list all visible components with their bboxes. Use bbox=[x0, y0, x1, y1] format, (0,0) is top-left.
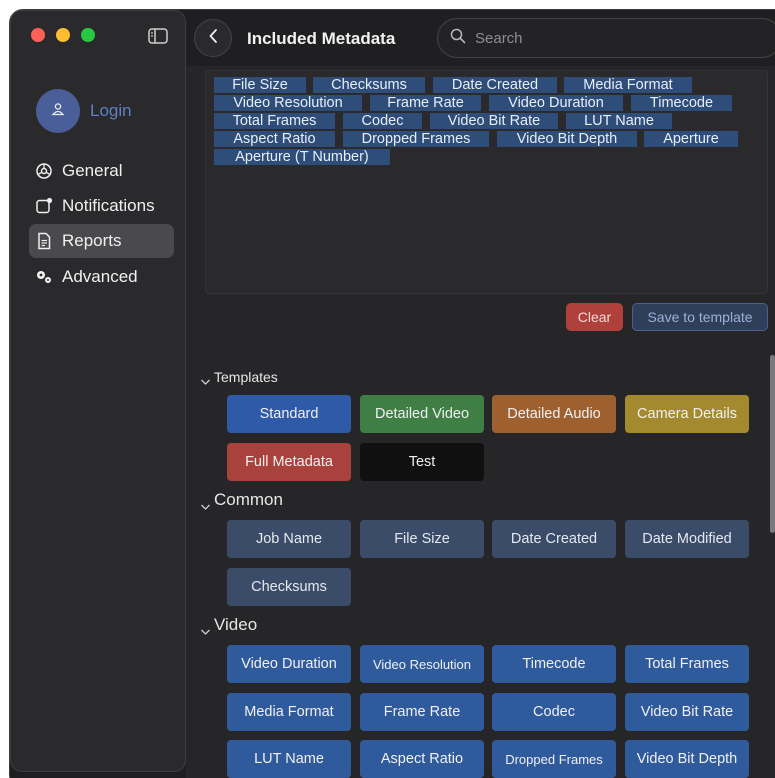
metadata-chip[interactable]: Codec bbox=[343, 113, 422, 129]
chevron-down-icon bbox=[200, 621, 211, 635]
login-link[interactable]: Login bbox=[90, 101, 132, 121]
metadata-chip[interactable]: Date Created bbox=[433, 77, 557, 93]
metadata-chip[interactable]: Media Format bbox=[564, 77, 692, 93]
sidebar-item-reports[interactable]: Reports bbox=[29, 224, 174, 258]
minimize-window-button[interactable] bbox=[56, 28, 70, 42]
chevron-down-icon bbox=[200, 496, 211, 510]
metadata-chip[interactable]: Timecode bbox=[631, 95, 732, 111]
metadata-chip[interactable]: Frame Rate bbox=[370, 95, 481, 111]
section-title: Templates bbox=[214, 369, 278, 385]
field-button-video-duration[interactable]: Video Duration bbox=[227, 645, 351, 683]
close-window-button[interactable] bbox=[31, 28, 45, 42]
gears-icon bbox=[35, 268, 53, 286]
metadata-chip[interactable]: Video Bit Depth bbox=[497, 131, 637, 147]
section-title: Common bbox=[214, 490, 283, 509]
search-input[interactable]: Search bbox=[437, 18, 775, 58]
person-icon bbox=[51, 102, 65, 121]
field-button-file-size[interactable]: File Size bbox=[360, 520, 484, 558]
metadata-chip[interactable]: Video Bit Rate bbox=[430, 113, 558, 129]
metadata-chip[interactable]: Dropped Frames bbox=[343, 131, 489, 147]
template-button-camera-details[interactable]: Camera Details bbox=[625, 395, 749, 433]
metadata-chip[interactable]: LUT Name bbox=[566, 113, 672, 129]
template-button-detailed-audio[interactable]: Detailed Audio bbox=[492, 395, 616, 433]
template-button-test[interactable]: Test bbox=[360, 443, 484, 481]
field-button-date-modified[interactable]: Date Modified bbox=[625, 520, 749, 558]
sidebar-item-notifications[interactable]: Notifications bbox=[29, 189, 174, 223]
template-button-detailed-video[interactable]: Detailed Video bbox=[360, 395, 484, 433]
gear-icon bbox=[35, 162, 53, 180]
sidebar-item-label: Reports bbox=[62, 231, 122, 250]
field-button-total-frames[interactable]: Total Frames bbox=[625, 645, 749, 683]
field-button-video-bit-rate[interactable]: Video Bit Rate bbox=[625, 693, 749, 731]
sidebar-item-label: Advanced bbox=[62, 267, 138, 286]
section-header-templates[interactable]: Templates bbox=[200, 369, 278, 385]
field-button-lut-name[interactable]: LUT Name bbox=[227, 740, 351, 778]
field-button-date-created[interactable]: Date Created bbox=[492, 520, 616, 558]
field-button-frame-rate[interactable]: Frame Rate bbox=[360, 693, 484, 731]
sidebar-toggle-icon[interactable] bbox=[148, 28, 168, 44]
metadata-chip[interactable]: Aperture bbox=[644, 131, 738, 147]
metadata-chip[interactable]: Video Resolution bbox=[214, 95, 362, 111]
scrollbar[interactable] bbox=[770, 355, 775, 533]
sidebar-item-advanced[interactable]: Advanced bbox=[29, 260, 174, 294]
search-icon bbox=[450, 28, 466, 49]
section-header-video[interactable]: Video bbox=[200, 615, 257, 635]
metadata-chip[interactable]: Video Duration bbox=[489, 95, 623, 111]
template-button-standard[interactable]: Standard bbox=[227, 395, 351, 433]
sidebar-item-label: General bbox=[62, 161, 123, 180]
zoom-window-button[interactable] bbox=[81, 28, 95, 42]
template-button-full-metadata[interactable]: Full Metadata bbox=[227, 443, 351, 481]
section-header-common[interactable]: Common bbox=[200, 490, 283, 510]
sidebar-item-label: Notifications bbox=[62, 196, 155, 215]
metadata-chip[interactable]: Total Frames bbox=[214, 113, 335, 129]
field-button-job-name[interactable]: Job Name bbox=[227, 520, 351, 558]
section-title: Video bbox=[214, 615, 258, 634]
metadata-chip[interactable]: Aperture (T Number) bbox=[214, 149, 390, 165]
clear-button[interactable]: Clear bbox=[566, 303, 623, 331]
back-button[interactable] bbox=[194, 19, 232, 57]
save-to-template-button[interactable]: Save to template bbox=[632, 303, 768, 331]
notification-icon bbox=[35, 197, 53, 215]
metadata-chip[interactable]: Aspect Ratio bbox=[214, 131, 335, 147]
metadata-chip[interactable]: Checksums bbox=[313, 77, 425, 93]
chevron-left-icon bbox=[208, 28, 218, 49]
sidebar-item-general[interactable]: General bbox=[29, 154, 174, 188]
metadata-chip[interactable]: File Size bbox=[214, 77, 306, 93]
search-placeholder: Search bbox=[475, 29, 523, 47]
field-button-media-format[interactable]: Media Format bbox=[227, 693, 351, 731]
chevron-down-icon bbox=[200, 373, 211, 385]
field-button-aspect-ratio[interactable]: Aspect Ratio bbox=[360, 740, 484, 778]
field-button-video-bit-depth[interactable]: Video Bit Depth bbox=[625, 740, 749, 778]
page-title: Included Metadata bbox=[247, 29, 396, 48]
avatar[interactable] bbox=[36, 89, 80, 133]
field-button-codec[interactable]: Codec bbox=[492, 693, 616, 731]
field-button-checksums[interactable]: Checksums bbox=[227, 568, 351, 606]
field-button-video-resolution[interactable]: Video Resolution bbox=[360, 645, 484, 683]
field-button-dropped-frames[interactable]: Dropped Frames bbox=[492, 740, 616, 778]
document-icon bbox=[35, 232, 53, 250]
sidebar bbox=[10, 10, 186, 772]
field-button-timecode[interactable]: Timecode bbox=[492, 645, 616, 683]
